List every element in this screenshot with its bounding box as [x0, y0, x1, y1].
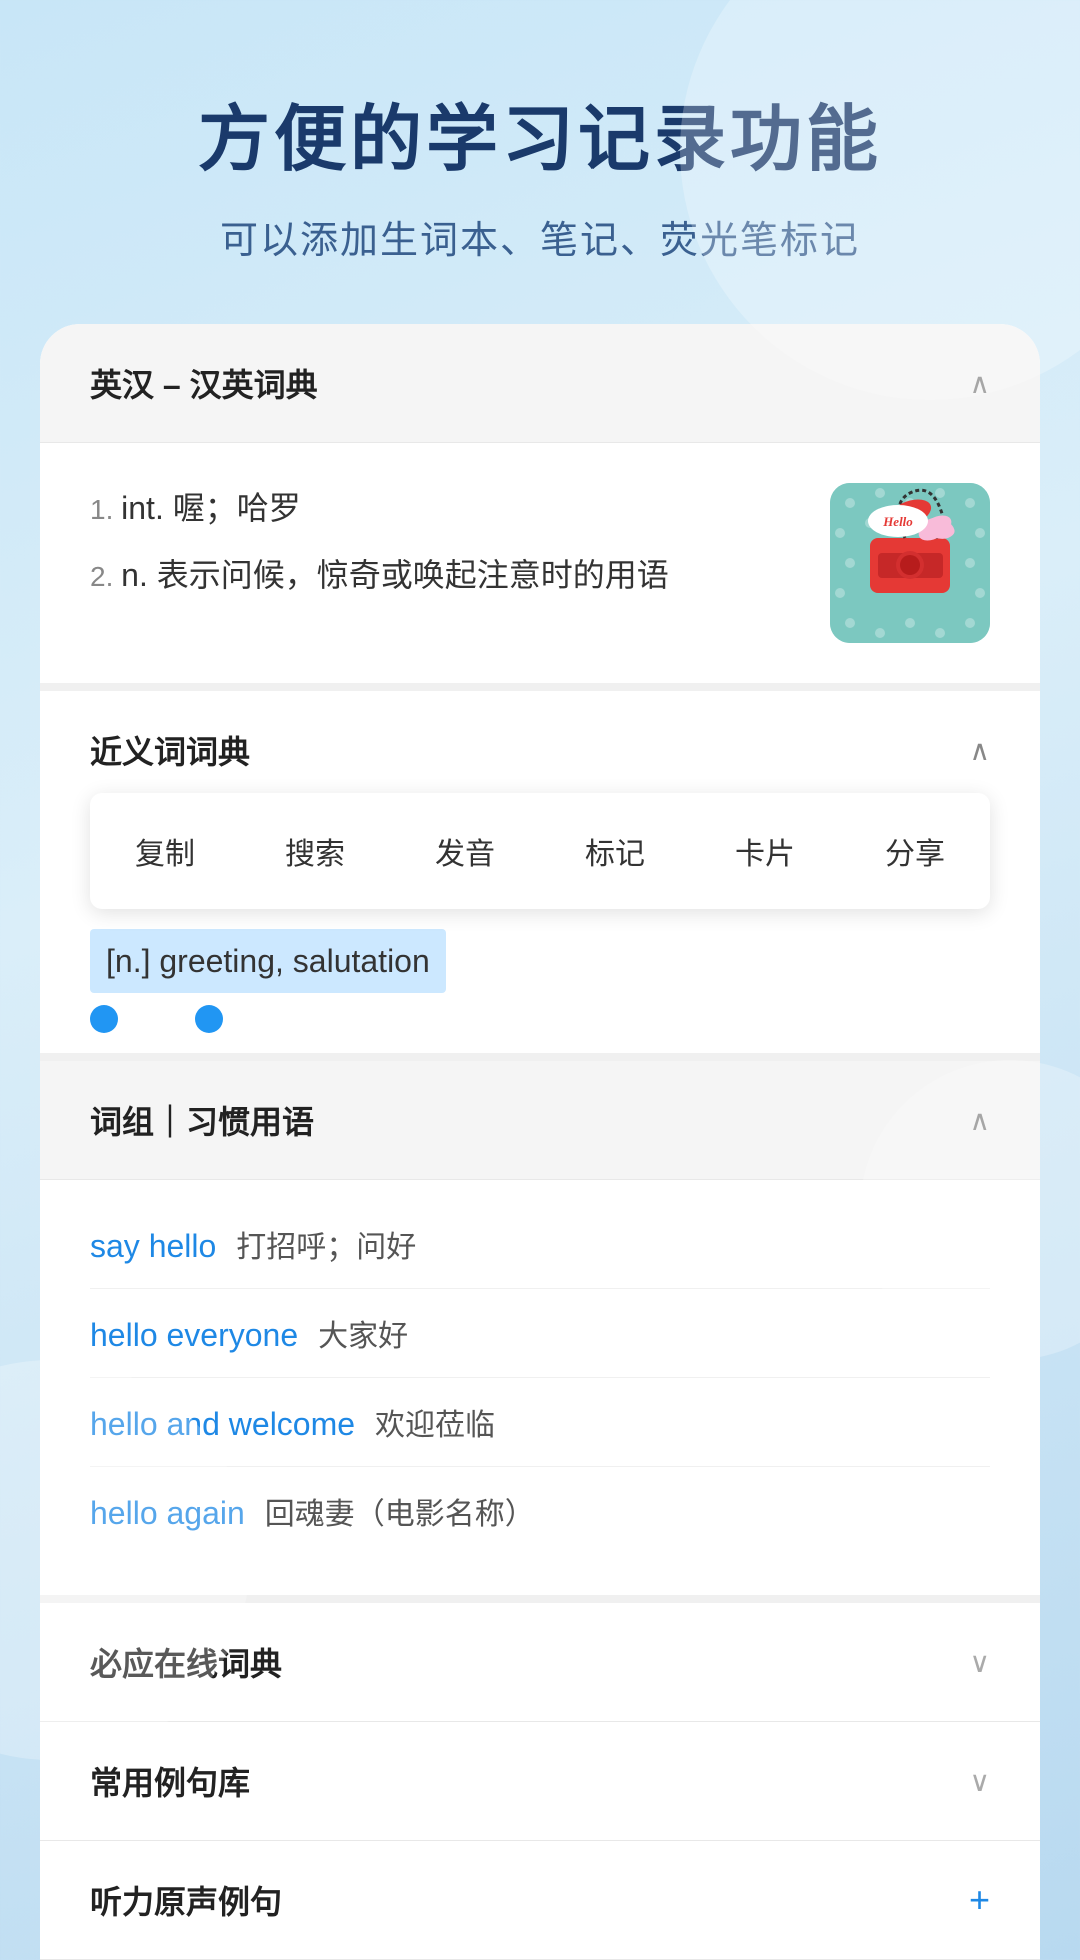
- selection-handle-right[interactable]: [195, 1005, 223, 1033]
- phrase-item-hello-welcome[interactable]: hello and welcome 欢迎莅临: [90, 1378, 990, 1467]
- section-title-biying: 必应在线词典: [90, 1639, 282, 1685]
- context-menu-mark[interactable]: 标记: [540, 813, 690, 889]
- phrase-chinese-hello-again: 回魂妻（电影名称）: [265, 1489, 535, 1533]
- svg-text:Hello: Hello: [882, 514, 913, 529]
- section-header-english-chinese[interactable]: 英汉 – 汉英词典 ∧: [40, 324, 1040, 443]
- dict-entry-1: 1. int. 喔；哈罗: [90, 483, 800, 534]
- synonym-header[interactable]: 近义词词典 ∧: [40, 691, 1040, 793]
- phrases-section: 词组｜习惯用语 ∧ say hello 打招呼；问好 hello everyon…: [40, 1061, 1040, 1603]
- main-card: 英汉 – 汉英词典 ∧ 1. int. 喔；哈罗 2. n. 表示问候，惊奇或唤…: [40, 324, 1040, 1960]
- phrase-chinese-say-hello: 打招呼；问好: [236, 1222, 416, 1266]
- entry-type-2: n.: [121, 557, 157, 593]
- context-menu-share[interactable]: 分享: [840, 813, 990, 889]
- phrase-chinese-hello-everyone: 大家好: [318, 1311, 408, 1355]
- context-menu-card[interactable]: 卡片: [690, 813, 840, 889]
- dict-entry-2: 2. n. 表示问候，惊奇或唤起注意时的用语: [90, 550, 800, 601]
- phrase-item-hello-again[interactable]: hello again 回魂妻（电影名称）: [90, 1467, 990, 1555]
- chevron-up-icon-synonym: ∧: [970, 734, 991, 767]
- synonym-section: 近义词词典 ∧ 复制 搜索 发音 标记 卡片 分享 [n.] greeting,…: [40, 691, 1040, 1061]
- entry-index-1: 1.: [90, 494, 121, 525]
- chevron-down-icon-biying: ∨: [970, 1646, 991, 1679]
- section-header-phrases[interactable]: 词组｜习惯用语 ∧: [40, 1061, 1040, 1180]
- section-changyong[interactable]: 常用例句库 ∨: [40, 1722, 1040, 1841]
- plus-icon-tingli[interactable]: +: [969, 1879, 990, 1921]
- selected-text: [n.] greeting, salutation: [90, 929, 446, 993]
- context-menu-copy[interactable]: 复制: [90, 813, 240, 889]
- section-title-english-chinese: 英汉 – 汉英词典: [90, 360, 318, 406]
- section-title-synonym: 近义词词典: [90, 727, 250, 773]
- header-section: 方便的学习记录功能 可以添加生词本、笔记、荧光笔标记: [0, 0, 1080, 324]
- page-subtitle: 可以添加生词本、笔记、荧光笔标记: [80, 209, 1000, 264]
- phrases-content: say hello 打招呼；问好 hello everyone 大家好 hell…: [40, 1180, 1040, 1595]
- entry-def-1: 喔；哈罗: [173, 490, 301, 526]
- dict-text-area: 1. int. 喔；哈罗 2. n. 表示问候，惊奇或唤起注意时的用语: [90, 483, 800, 617]
- chevron-down-icon-changyong: ∨: [970, 1765, 991, 1798]
- dict-content-block: 1. int. 喔；哈罗 2. n. 表示问候，惊奇或唤起注意时的用语: [40, 443, 1040, 691]
- section-title-phrases: 词组｜习惯用语: [90, 1097, 314, 1143]
- phrase-english-hello-again: hello again: [90, 1495, 245, 1532]
- section-title-changyong: 常用例句库: [90, 1758, 250, 1804]
- phrase-english-hello-everyone: hello everyone: [90, 1317, 298, 1354]
- entry-type-1: int.: [121, 490, 173, 526]
- context-menu-search[interactable]: 搜索: [240, 813, 390, 889]
- chevron-up-icon-english: ∧: [970, 367, 991, 400]
- selection-handle-left[interactable]: [90, 1005, 118, 1033]
- page-title: 方便的学习记录功能: [80, 80, 1000, 185]
- hello-image: Hello: [830, 483, 990, 643]
- section-biyingzaixian[interactable]: 必应在线词典 ∨: [40, 1603, 1040, 1722]
- chevron-up-icon-phrases: ∧: [970, 1104, 991, 1137]
- context-menu: 复制 搜索 发音 标记 卡片 分享: [90, 793, 990, 909]
- context-menu-pronounce[interactable]: 发音: [390, 813, 540, 889]
- section-tingli[interactable]: 听力原声例句 +: [40, 1841, 1040, 1960]
- section-title-tingli: 听力原声例句: [90, 1877, 282, 1923]
- entry-def-2: 表示问候，惊奇或唤起注意时的用语: [157, 557, 669, 593]
- phrase-item-say-hello[interactable]: say hello 打招呼；问好: [90, 1200, 990, 1289]
- phrase-english-say-hello: say hello: [90, 1228, 216, 1265]
- phrase-item-hello-everyone[interactable]: hello everyone 大家好: [90, 1289, 990, 1378]
- selected-text-area: [n.] greeting, salutation: [40, 909, 1040, 1053]
- phrase-chinese-hello-welcome: 欢迎莅临: [375, 1400, 495, 1444]
- phrase-english-hello-welcome: hello and welcome: [90, 1406, 355, 1443]
- entry-index-2: 2.: [90, 561, 121, 592]
